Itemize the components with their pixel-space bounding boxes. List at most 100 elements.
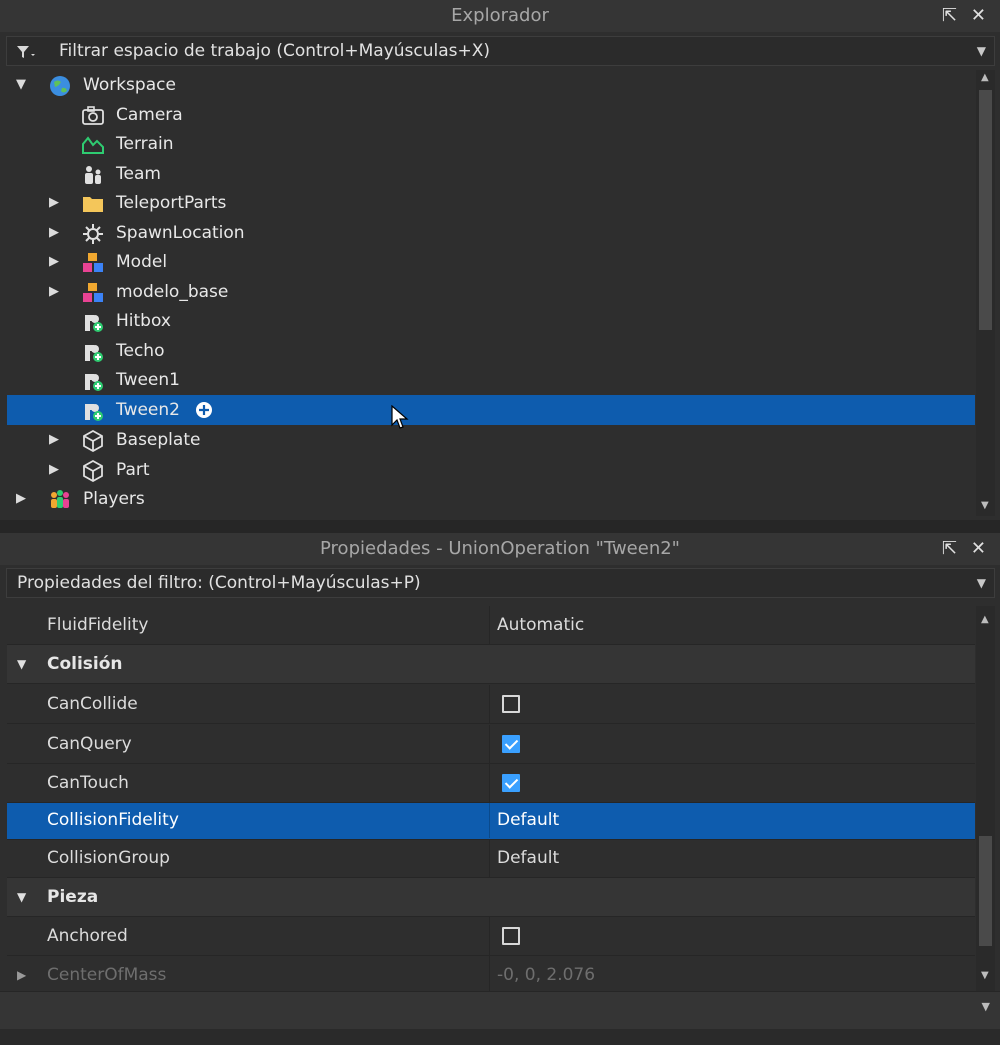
tree-item-label: Techo bbox=[116, 341, 165, 361]
explorer-scrollbar[interactable]: ▲ ▼ bbox=[976, 70, 995, 516]
expand-arrow-icon[interactable]: ▶ bbox=[16, 484, 26, 514]
collapse-arrow-icon[interactable]: ▼ bbox=[17, 878, 26, 916]
anchored-checkbox[interactable] bbox=[502, 927, 520, 945]
tree-item-label: Tween1 bbox=[116, 370, 180, 390]
tree-item-baseplate[interactable]: ▶ Baseplate bbox=[7, 425, 975, 455]
scroll-down-icon[interactable]: ▼ bbox=[981, 970, 989, 981]
tree-item-workspace[interactable]: ▼ Workspace bbox=[7, 70, 975, 100]
undock-icon[interactable]: ⇱ bbox=[942, 0, 957, 32]
scroll-up-icon[interactable]: ▲ bbox=[981, 72, 989, 83]
tree-item-label: Terrain bbox=[116, 134, 174, 154]
prop-row-fluidfidelity[interactable]: FluidFidelity Automatic bbox=[7, 606, 975, 645]
properties-title: Propiedades - UnionOperation "Tween2" bbox=[320, 538, 680, 559]
prop-row-cantouch[interactable]: CanTouch bbox=[7, 764, 975, 803]
chevron-down-icon[interactable]: ▼ bbox=[977, 569, 986, 597]
prop-row-cancollide[interactable]: CanCollide bbox=[7, 685, 975, 724]
prop-row-collisiongroup[interactable]: CollisionGroup Default bbox=[7, 840, 975, 878]
expand-arrow-icon[interactable]: ▶ bbox=[49, 188, 59, 218]
tree-item-label: Model bbox=[116, 252, 168, 272]
tree-item-camera[interactable]: Camera bbox=[7, 100, 975, 130]
tree-item-model[interactable]: ▶ Model bbox=[7, 247, 975, 277]
tree-item-tween1[interactable]: Tween1 bbox=[7, 365, 975, 395]
scroll-down-icon[interactable]: ▼ bbox=[981, 500, 989, 511]
panel-splitter[interactable] bbox=[0, 520, 1000, 534]
properties-scroll-thumb[interactable] bbox=[979, 836, 992, 946]
tree-item-players[interactable]: ▶ Players bbox=[7, 484, 975, 514]
undock-icon[interactable]: ⇱ bbox=[942, 533, 957, 565]
part-icon bbox=[83, 460, 103, 482]
category-name: Colisión bbox=[47, 654, 123, 674]
prop-category-colision[interactable]: ▼ Colisión bbox=[7, 645, 975, 684]
tree-item-label: Camera bbox=[116, 105, 183, 125]
terrain-icon bbox=[82, 136, 104, 154]
prop-category-pieza[interactable]: ▼ Pieza bbox=[7, 878, 975, 917]
tree-item-label: Part bbox=[116, 460, 150, 480]
tree-item-modelo-base[interactable]: ▶ modelo_base bbox=[7, 277, 975, 307]
part-icon bbox=[83, 430, 103, 452]
tree-item-terrain[interactable]: Terrain bbox=[7, 129, 975, 159]
collapse-arrow-icon[interactable]: ▼ bbox=[17, 645, 26, 683]
prop-row-centerofmass[interactable]: ▶ CenterOfMass -0, 0, 2.076 bbox=[7, 956, 975, 991]
prop-name: Anchored bbox=[47, 926, 128, 946]
prop-name: CanCollide bbox=[47, 694, 138, 714]
tree-item-label: Players bbox=[83, 489, 145, 509]
tree-item-teleportparts[interactable]: ▶ TeleportParts bbox=[7, 188, 975, 218]
expand-arrow-icon[interactable]: ▶ bbox=[49, 247, 59, 277]
cantouch-checkbox[interactable] bbox=[502, 774, 520, 792]
properties-title-bar: Propiedades - UnionOperation "Tween2" ⇱ … bbox=[0, 533, 1000, 565]
canquery-checkbox[interactable] bbox=[502, 735, 520, 753]
explorer-scroll-thumb[interactable] bbox=[979, 90, 992, 330]
expand-arrow-icon[interactable]: ▶ bbox=[49, 218, 59, 248]
properties-scrollbar[interactable]: ▲ ▼ bbox=[976, 606, 995, 991]
prop-value[interactable]: Default bbox=[497, 840, 559, 877]
chevron-down-icon[interactable]: ▼ bbox=[977, 37, 986, 65]
prop-name: CenterOfMass bbox=[47, 965, 167, 985]
tree-item-label: Tween2 bbox=[116, 400, 180, 420]
expand-arrow-icon[interactable]: ▶ bbox=[49, 277, 59, 307]
scroll-up-icon[interactable]: ▲ bbox=[981, 614, 989, 625]
tree-item-team[interactable]: Team bbox=[7, 159, 975, 189]
chevron-down-icon[interactable]: ▼ bbox=[982, 1000, 990, 1013]
prop-name: FluidFidelity bbox=[47, 615, 149, 635]
close-icon[interactable]: ✕ bbox=[971, 533, 986, 565]
prop-value[interactable]: Default bbox=[497, 803, 559, 838]
players-icon bbox=[51, 490, 69, 508]
prop-name: CollisionGroup bbox=[47, 848, 170, 868]
spawn-icon bbox=[83, 224, 103, 244]
expand-arrow-icon[interactable]: ▼ bbox=[16, 70, 26, 100]
tree-item-tween2[interactable]: Tween2 bbox=[7, 395, 975, 429]
explorer-title: Explorador bbox=[451, 5, 549, 26]
explorer-filter-placeholder: Filtrar espacio de trabajo (Control+Mayú… bbox=[59, 41, 491, 61]
explorer-filter-input[interactable]: Filtrar espacio de trabajo (Control+Mayú… bbox=[6, 36, 995, 66]
union-icon bbox=[85, 345, 103, 362]
tree-item-spawnlocation[interactable]: ▶ SpawnLocation bbox=[7, 218, 975, 248]
prop-name: CollisionFidelity bbox=[47, 810, 179, 830]
team-icon bbox=[85, 166, 101, 184]
prop-name: CanTouch bbox=[47, 773, 129, 793]
add-object-icon[interactable] bbox=[195, 401, 213, 419]
prop-row-anchored[interactable]: Anchored bbox=[7, 917, 975, 956]
properties-filter-input[interactable]: Propiedades del filtro: (Control+Mayúscu… bbox=[6, 568, 995, 598]
tree-item-techo[interactable]: Techo bbox=[7, 336, 975, 366]
prop-row-canquery[interactable]: CanQuery bbox=[7, 725, 975, 764]
bottom-edge bbox=[0, 1029, 1000, 1045]
expand-arrow-icon[interactable]: ▶ bbox=[49, 425, 59, 455]
model-icon bbox=[83, 253, 103, 272]
properties-filter-placeholder: Propiedades del filtro: (Control+Mayúscu… bbox=[17, 573, 421, 593]
filter-icon[interactable] bbox=[16, 44, 36, 60]
cancollide-checkbox[interactable] bbox=[502, 695, 520, 713]
explorer-title-bar: Explorador ⇱ ✕ bbox=[0, 0, 1000, 32]
tree-item-label: Hitbox bbox=[116, 311, 171, 331]
union-icon bbox=[85, 315, 103, 332]
prop-row-collisionfidelity[interactable]: CollisionFidelity Default bbox=[7, 803, 975, 840]
tree-item-label: SpawnLocation bbox=[116, 223, 245, 243]
expand-arrow-icon[interactable]: ▶ bbox=[17, 956, 26, 991]
expand-arrow-icon[interactable]: ▶ bbox=[49, 455, 59, 485]
union-icon bbox=[85, 404, 103, 421]
model-icon bbox=[83, 283, 103, 302]
properties-grid: FluidFidelity Automatic ▼ Colisión CanCo… bbox=[7, 606, 975, 991]
tree-item-part[interactable]: ▶ Part bbox=[7, 455, 975, 485]
close-icon[interactable]: ✕ bbox=[971, 0, 986, 32]
prop-value[interactable]: Automatic bbox=[497, 606, 584, 644]
tree-item-hitbox[interactable]: Hitbox bbox=[7, 306, 975, 336]
